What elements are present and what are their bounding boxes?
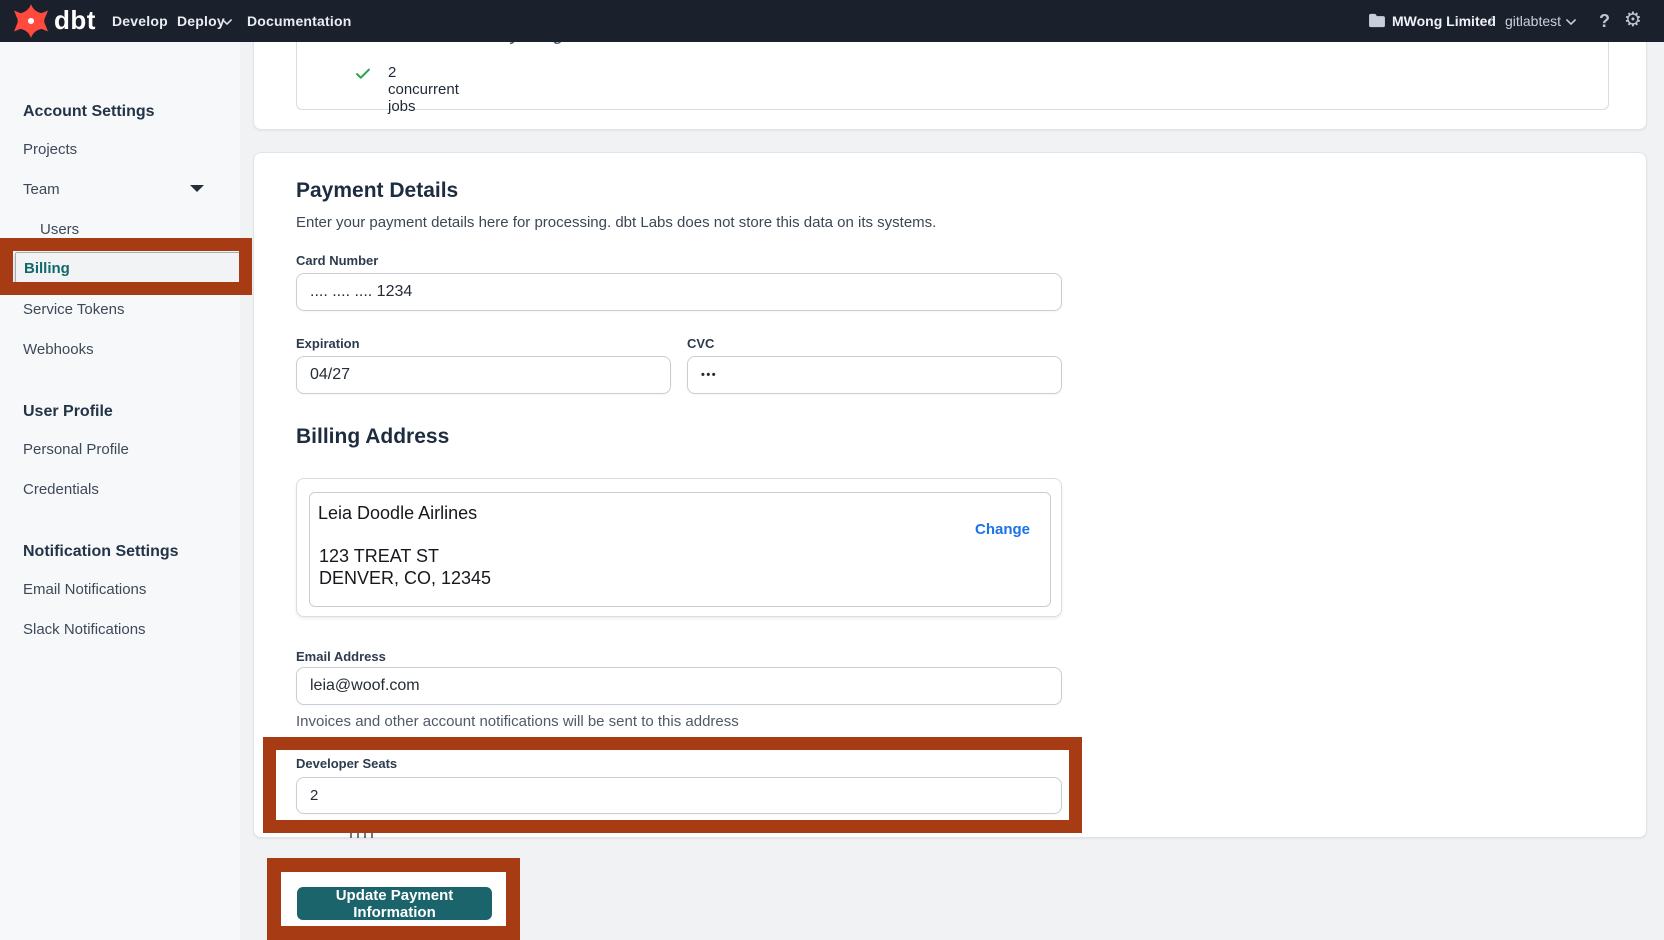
card-number-label: Card Number: [296, 253, 378, 268]
chevron-down-icon[interactable]: [1566, 17, 1576, 27]
address-line2: DENVER, CO, 12345: [319, 568, 491, 589]
sidebar-item-credentials[interactable]: Credentials: [23, 481, 99, 498]
sidebar-item-billing-label: Billing: [24, 260, 70, 277]
dbt-logo-text: dbt: [54, 5, 96, 36]
cvc-input[interactable]: [687, 356, 1062, 394]
payment-details-title: Payment Details: [296, 179, 458, 203]
sidebar-heading-notification-settings: Notification Settings: [23, 543, 179, 561]
billing-address-box: Leia Doodle Airlines Change 123 TREAT ST…: [296, 478, 1062, 617]
sidebar-heading-user-profile: User Profile: [23, 403, 113, 421]
nav-link-deploy[interactable]: Deploy: [177, 13, 225, 29]
sidebar-item-team[interactable]: Team: [23, 181, 60, 198]
breadcrumb-separator: /: [1489, 13, 1493, 29]
sidebar: Account Settings Projects Team Users Ser…: [0, 42, 240, 940]
folder-icon: [1368, 13, 1386, 28]
sidebar-item-email-notifications[interactable]: Email Notifications: [23, 581, 146, 598]
billing-address-inner-box: Leia Doodle Airlines Change 123 TREAT ST…: [309, 492, 1051, 607]
card-number-input[interactable]: [296, 273, 1062, 311]
nav-link-develop[interactable]: Develop: [112, 13, 168, 29]
sidebar-heading-account-settings: Account Settings: [23, 103, 155, 121]
gear-icon[interactable]: ⚙: [1624, 10, 1642, 30]
sidebar-item-personal-profile[interactable]: Personal Profile: [23, 441, 129, 458]
sidebar-item-slack-notifications[interactable]: Slack Notifications: [23, 621, 146, 638]
change-address-link[interactable]: Change: [975, 521, 1030, 538]
developer-seats-label: Developer Seats: [296, 756, 397, 771]
sidebar-item-webhooks[interactable]: Webhooks: [23, 341, 94, 358]
help-icon[interactable]: ?: [1599, 11, 1610, 32]
cvc-label: CVC: [687, 336, 714, 351]
email-helper-text: Invoices and other account notifications…: [296, 713, 739, 730]
sidebar-item-users[interactable]: Users: [40, 221, 79, 238]
email-address-input[interactable]: [296, 667, 1062, 705]
sidebar-item-projects[interactable]: Projects: [23, 141, 77, 158]
sidebar-item-billing[interactable]: Billing: [15, 252, 242, 283]
address-name: Leia Doodle Airlines: [318, 503, 477, 524]
expiration-input[interactable]: [296, 356, 671, 394]
expiration-label: Expiration: [296, 336, 360, 351]
payment-details-card: Payment Details Enter your payment detai…: [253, 152, 1647, 838]
nav-link-documentation[interactable]: Documentation: [247, 13, 352, 29]
caret-down-icon[interactable]: [190, 185, 204, 192]
address-line1: 123 TREAT ST: [319, 546, 439, 567]
concurrent-jobs-label: 2 concurrent jobs: [388, 64, 459, 115]
check-icon: [354, 65, 372, 83]
project-name[interactable]: gitlabtest: [1505, 13, 1561, 29]
account-name[interactable]: MWong Limited: [1392, 13, 1496, 29]
update-payment-information-button[interactable]: Update Payment Information: [297, 887, 492, 920]
dbt-logo-icon: [14, 4, 48, 38]
email-address-label: Email Address: [296, 649, 386, 664]
payment-details-description: Enter your payment details here for proc…: [296, 214, 936, 231]
clipped-text-fragment: [350, 833, 376, 838]
sidebar-item-service-tokens[interactable]: Service Tokens: [23, 301, 124, 318]
developer-seats-input[interactable]: [296, 777, 1062, 814]
billing-address-title: Billing Address: [296, 425, 449, 449]
top-nav: dbt Develop Deploy Documentation MWong L…: [0, 0, 1664, 42]
chevron-down-icon[interactable]: [222, 17, 232, 27]
annotation-box-update-button: Update Payment Information: [267, 858, 520, 940]
